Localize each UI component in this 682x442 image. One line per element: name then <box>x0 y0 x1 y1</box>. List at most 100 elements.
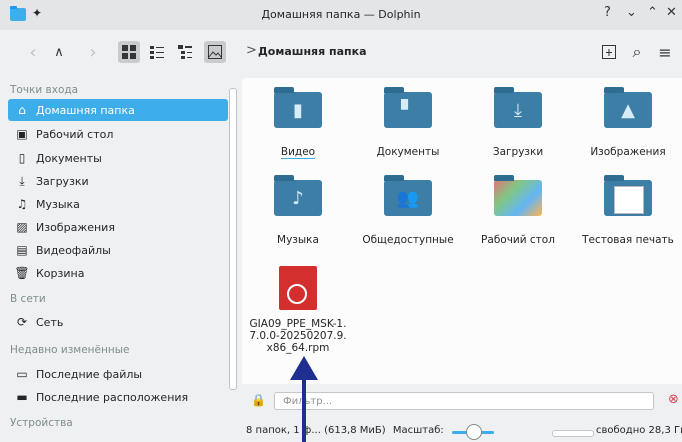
sidebar-item-home[interactable]: ⌂ Домашняя папка <box>8 99 228 121</box>
sidebar-item-label: Последние файлы <box>36 367 143 381</box>
zoom-label: Масштаб: <box>392 425 444 436</box>
icons-view-icon <box>122 45 136 59</box>
file-item-music[interactable]: ♪ Музыка <box>242 175 354 246</box>
file-name: Видео <box>280 146 316 159</box>
filter-bar: 🔒 Фильтр... ⊗ <box>242 388 682 414</box>
sidebar-item-label: Загрузки <box>36 174 89 188</box>
details-view-button[interactable] <box>174 41 196 63</box>
file-name: Документы <box>376 146 440 158</box>
recent-locations-icon: ▬ <box>16 390 28 404</box>
breadcrumb-separator: > <box>246 43 257 58</box>
maximize-button[interactable]: ⌃ <box>647 5 658 20</box>
file-item-video[interactable]: ▮ Видео <box>242 87 354 159</box>
file-name: Рабочий стол <box>481 234 555 246</box>
preview-icon <box>208 45 222 59</box>
network-header: В сети <box>10 293 46 305</box>
sidebar-item-trash[interactable]: 🗑 Корзина <box>8 262 228 284</box>
file-item-rpm[interactable]: GIA09_PPE_MSK-1. 7.0.0-20250207.9. x86_6… <box>242 266 354 354</box>
folder-downloads-icon: ⤓ <box>494 87 542 128</box>
window-title: Домашняя папка — Dolphin <box>261 8 421 21</box>
sidebar-item-label: Сеть <box>36 315 64 329</box>
folder-desktop-icon <box>494 175 542 216</box>
sidebar-item-desktop[interactable]: ▣ Рабочий стол <box>8 123 228 145</box>
up-button[interactable]: ∧ <box>48 41 70 63</box>
folder-documents-icon: ▘ <box>384 87 432 128</box>
folder-public-icon: 👥 <box>384 175 432 216</box>
recent-files-icon: ▭ <box>16 367 28 381</box>
sidebar-item-label: Корзина <box>36 266 85 280</box>
trash-icon: 🗑 <box>14 266 30 280</box>
search-button[interactable]: ⌕ <box>626 41 648 63</box>
forward-button[interactable]: › <box>82 41 104 63</box>
toolbar: ‹ ∧ › > Домашняя папка ⌕ ≡ <box>0 30 682 76</box>
details-view-icon <box>178 45 192 59</box>
filter-input[interactable]: Фильтр... <box>274 392 654 410</box>
documents-icon: ▯ <box>18 151 26 165</box>
places-header: Точки входа <box>10 84 79 96</box>
test-print-icon <box>604 175 652 216</box>
sidebar-item-label: Музыка <box>36 197 80 211</box>
sidebar-scrollbar[interactable] <box>229 88 237 390</box>
music-icon: ♫ <box>16 197 28 211</box>
file-name: Музыка <box>277 234 319 246</box>
preview-button[interactable] <box>204 41 226 63</box>
sidebar-item-downloads[interactable]: ⤓ Загрузки <box>8 170 228 192</box>
folder-images-icon: ▲ <box>604 87 652 128</box>
file-item-desktop[interactable]: Рабочий стол <box>462 175 574 246</box>
back-button[interactable]: ‹ <box>22 41 44 63</box>
free-space-bar <box>552 430 594 437</box>
clear-filter-icon[interactable]: ⊗ <box>668 392 679 407</box>
split-view-button[interactable] <box>598 41 620 63</box>
help-button[interactable]: ? <box>604 5 611 20</box>
compact-view-icon <box>150 46 164 59</box>
filter-lock-icon[interactable]: 🔒 <box>251 393 266 407</box>
sidebar-item-label: Изображения <box>36 220 115 234</box>
compact-view-button[interactable] <box>146 41 168 63</box>
zoom-slider-handle[interactable] <box>466 424 482 440</box>
sidebar-item-label: Домашняя папка <box>36 103 135 117</box>
sidebar-item-video[interactable]: ▤ Видеофайлы <box>8 239 228 261</box>
free-space-label: свободно 28,3 ГиБ <box>596 425 682 436</box>
file-name: Общедоступные <box>362 234 454 246</box>
minimize-button[interactable]: ⌄ <box>626 5 637 20</box>
recent-header: Недавно изменённые <box>10 344 130 356</box>
file-item-test-print[interactable]: Тестовая печать <box>572 175 682 246</box>
sidebar-item-recent-locations[interactable]: ▬ Последние расположения <box>8 386 228 408</box>
status-bar: 8 папок, 1 ф... (613,8 МиБ) Масштаб: <box>246 425 444 436</box>
file-item-downloads[interactable]: ⤓ Загрузки <box>462 87 574 158</box>
file-name: GIA09_PPE_MSK-1. 7.0.0-20250207.9. x86_6… <box>249 318 347 354</box>
menu-button[interactable]: ≡ <box>654 41 676 63</box>
icons-view-button[interactable] <box>118 41 140 63</box>
split-view-icon <box>602 45 616 59</box>
sidebar-item-network[interactable]: ⟳ Сеть <box>8 311 228 333</box>
status-summary: 8 папок, 1 ф... (613,8 МиБ) <box>246 425 386 436</box>
folder-video-icon: ▮ <box>274 87 322 128</box>
close-button[interactable]: ✕ <box>666 5 677 20</box>
sidebar-item-recent-files[interactable]: ▭ Последние файлы <box>8 363 228 385</box>
sidebar-item-label: Документы <box>36 151 102 165</box>
file-name: Тестовая печать <box>582 234 674 246</box>
sidebar-item-images[interactable]: ▨ Изображения <box>8 216 228 238</box>
file-name: Загрузки <box>492 146 544 158</box>
downloads-icon: ⤓ <box>19 173 25 188</box>
file-item-images[interactable]: ▲ Изображения <box>572 87 682 158</box>
sidebar-item-label: Последние расположения <box>36 390 189 404</box>
sidebar-item-label: Видеофайлы <box>36 243 111 257</box>
home-icon: ⌂ <box>18 103 26 117</box>
sidebar-item-label: Рабочий стол <box>36 127 114 141</box>
images-icon: ▨ <box>16 220 28 234</box>
video-icon: ▤ <box>16 243 28 257</box>
file-view[interactable]: ▮ Видео ▘ Документы ⤓ Загрузки ▲ Изображ… <box>242 78 682 384</box>
file-item-public[interactable]: 👥 Общедоступные <box>352 175 464 246</box>
places-panel: Точки входа ⌂ Домашняя папка ▣ Рабочий сто… <box>0 80 236 442</box>
file-name: Изображения <box>590 146 666 158</box>
rpm-package-icon <box>279 266 317 310</box>
title-bar: ✦ Домашняя папка — Dolphin ? ⌄ ⌃ ✕ <box>0 0 682 30</box>
devices-header: Устройства <box>10 417 73 429</box>
network-icon: ⟳ <box>16 315 28 329</box>
sidebar-item-music[interactable]: ♫ Музыка <box>8 193 228 215</box>
file-item-documents[interactable]: ▘ Документы <box>352 87 464 158</box>
sidebar-item-documents[interactable]: ▯ Документы <box>8 147 228 169</box>
breadcrumb[interactable]: Домашняя папка <box>258 45 367 58</box>
desktop-icon: ▣ <box>16 127 28 141</box>
